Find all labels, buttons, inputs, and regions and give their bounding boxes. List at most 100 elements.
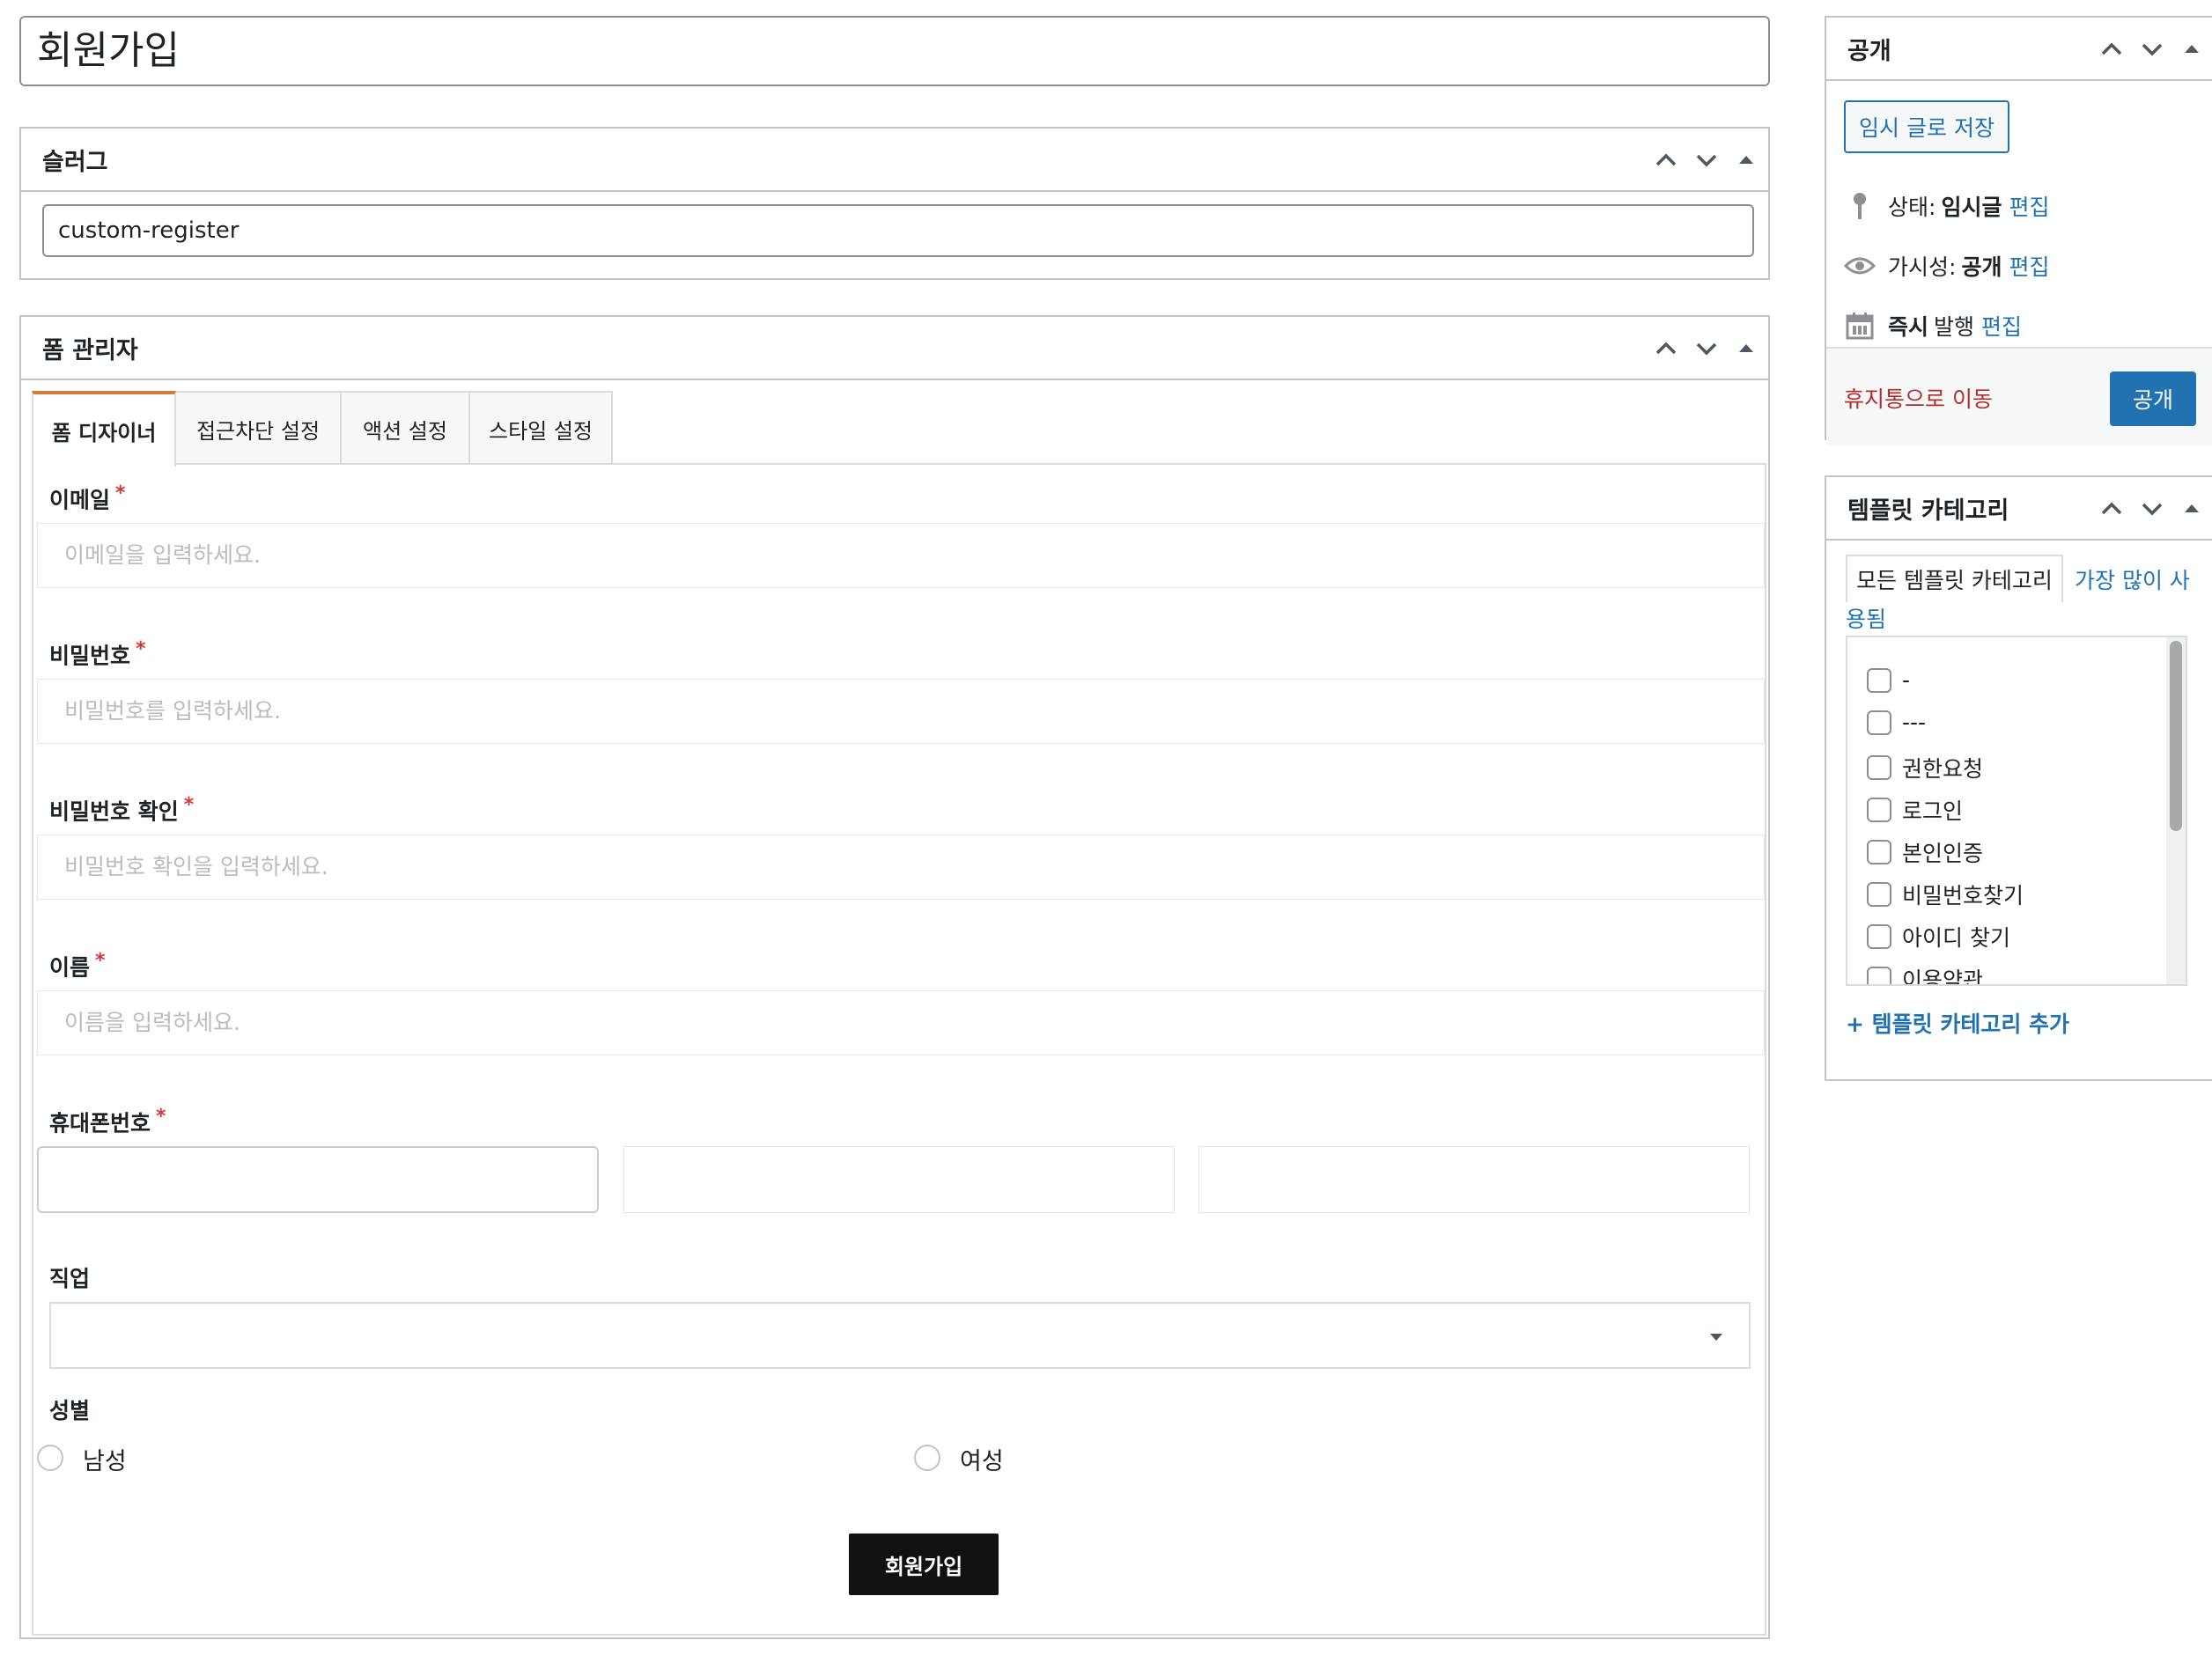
edit-status-link[interactable]: 편집 (2009, 190, 2049, 222)
save-draft-button[interactable]: 임시 글로 저장 (1844, 100, 2009, 153)
phone-input-3[interactable] (1198, 1146, 1750, 1213)
edit-schedule-link[interactable]: 편집 (1981, 310, 2022, 342)
publish-box-title: 공개 (1847, 37, 1891, 65)
move-to-trash-link[interactable]: 휴지통으로 이동 (1844, 382, 1993, 414)
form-manager-tabs: 폼 디자이너 접근차단 설정 액션 설정 스타일 설정 (32, 391, 613, 467)
toggle-panel-icon[interactable] (2179, 495, 2205, 523)
category-item[interactable]: --- (1867, 710, 1926, 735)
move-up-icon[interactable] (2098, 35, 2126, 63)
category-item[interactable]: 이용약관 (1867, 963, 1983, 984)
slug-box-title: 슬러그 (42, 148, 108, 176)
password-label: 비밀번호 * (49, 638, 146, 669)
category-checkbox[interactable] (1867, 967, 1891, 984)
schedule-value: 발행 (1934, 314, 1975, 340)
schedule-label: 즉시 (1888, 314, 1929, 340)
publish-box-header: 공개 (1826, 18, 2212, 81)
slug-box-header: 슬러그 (21, 129, 1768, 192)
category-item[interactable]: 비밀번호찾기 (1867, 879, 2024, 910)
schedule-row: 즉시 발행 편집 (1844, 310, 2022, 342)
status-value: 임시글 (1941, 195, 2002, 220)
slug-box: 슬러그 custom-register (19, 127, 1770, 280)
scrollbar-thumb[interactable] (2170, 641, 2182, 831)
email-label: 이메일 * (49, 482, 126, 513)
register-submit-button[interactable]: 회원가입 (849, 1534, 999, 1595)
eye-icon (1844, 250, 1876, 282)
category-tabs: 모든 템플릿 카테고리 가장 많이 사용됨 (1846, 555, 2207, 634)
move-down-icon[interactable] (2138, 35, 2166, 63)
category-checkbox[interactable] (1867, 882, 1891, 907)
tab-access-block-settings[interactable]: 접근차단 설정 (174, 391, 342, 465)
required-mark: * (183, 794, 195, 816)
category-item[interactable]: - (1867, 667, 1910, 693)
phone-input-1[interactable] (37, 1146, 599, 1213)
category-checkbox[interactable] (1867, 755, 1891, 780)
visibility-row: 가시성: 공개 편집 (1844, 250, 2049, 282)
job-select[interactable] (49, 1302, 1751, 1369)
phone-input-2[interactable] (623, 1146, 1175, 1213)
add-template-category-link[interactable]: + 템플릿 카테고리 추가 (1846, 1007, 2069, 1039)
radio-female-label: 여성 (960, 1448, 1004, 1475)
publish-box-handles (2098, 18, 2205, 81)
category-checkbox[interactable] (1867, 710, 1891, 735)
move-up-icon[interactable] (1652, 335, 1680, 363)
toggle-panel-icon[interactable] (2179, 35, 2205, 63)
category-checkbox[interactable] (1867, 924, 1891, 949)
template-category-header: 템플릿 카테고리 (1826, 477, 2212, 541)
publish-button[interactable]: 공개 (2110, 371, 2196, 426)
toggle-panel-icon[interactable] (1733, 146, 1759, 174)
required-mark: * (156, 1106, 166, 1128)
post-title-input[interactable]: 회원가입 (19, 16, 1770, 86)
email-input[interactable]: 이메일을 입력하세요. (37, 523, 1765, 588)
status-row: 상태: 임시글 편집 (1844, 190, 2049, 222)
slug-input[interactable]: custom-register (42, 204, 1754, 257)
required-mark: * (95, 950, 106, 972)
gender-label: 성별 (49, 1398, 91, 1423)
move-down-icon[interactable] (1692, 146, 1721, 174)
move-up-icon[interactable] (2098, 495, 2126, 523)
password-confirm-input[interactable]: 비밀번호 확인을 입력하세요. (37, 835, 1765, 900)
password-input[interactable]: 비밀번호를 입력하세요. (37, 679, 1765, 744)
template-category-handles (2098, 477, 2205, 541)
move-up-icon[interactable] (1652, 146, 1680, 174)
name-label: 이름 * (49, 950, 106, 981)
job-label: 직업 (49, 1266, 91, 1291)
form-manager-title: 폼 관리자 (42, 336, 138, 364)
radio-female[interactable] (914, 1445, 940, 1471)
form-manager-box: 폼 관리자 폼 디자이너 접근차단 설정 액션 설정 스타일 설정 이메일 * 이… (19, 315, 1770, 1639)
tab-all-categories[interactable]: 모든 템플릿 카테고리 (1846, 555, 2063, 602)
toggle-panel-icon[interactable] (1733, 335, 1759, 363)
calendar-icon (1844, 310, 1876, 342)
form-designer-canvas: 이메일 * 이메일을 입력하세요. 비밀번호 * 비밀번호를 입력하세요. 비밀번호… (32, 463, 1766, 1636)
template-category-box: 템플릿 카테고리 모든 템플릿 카테고리 가장 많이 사용됨 - --- 권한요… (1825, 475, 2212, 1081)
required-mark: * (136, 638, 146, 660)
edit-visibility-link[interactable]: 편집 (2009, 250, 2049, 282)
category-checkbox[interactable] (1867, 667, 1891, 693)
category-checklist: - --- 권한요청 로그인 본인인증 비밀번호찾기 아이디 찾기 이용약관 (1846, 636, 2187, 986)
category-item[interactable]: 아이디 찾기 (1867, 921, 2010, 953)
visibility-value: 공개 (1961, 254, 2002, 280)
move-down-icon[interactable] (1692, 335, 1721, 363)
template-category-title: 템플릿 카테고리 (1847, 496, 2009, 525)
name-input[interactable]: 이름을 입력하세요. (37, 990, 1765, 1056)
radio-male-label: 남성 (83, 1448, 127, 1475)
password-confirm-label: 비밀번호 확인 * (49, 794, 195, 825)
category-item[interactable]: 본인인증 (1867, 836, 1983, 868)
category-item[interactable]: 권한요청 (1867, 752, 1983, 783)
form-manager-handles (1652, 317, 1759, 380)
visibility-label: 가시성: (1888, 254, 1957, 280)
radio-male[interactable] (37, 1445, 63, 1471)
move-down-icon[interactable] (2138, 495, 2166, 523)
phone-label: 휴대폰번호 * (49, 1106, 166, 1136)
chevron-down-icon (1710, 1334, 1722, 1341)
form-manager-header: 폼 관리자 (21, 317, 1768, 380)
category-checkbox[interactable] (1867, 798, 1891, 822)
category-checkbox[interactable] (1867, 840, 1891, 864)
status-label: 상태: (1888, 195, 1936, 220)
slug-box-handles (1652, 129, 1759, 192)
tab-form-designer[interactable]: 폼 디자이너 (32, 391, 176, 467)
pin-icon (1844, 190, 1876, 222)
tab-style-settings[interactable]: 스타일 설정 (468, 391, 613, 465)
tab-action-settings[interactable]: 액션 설정 (340, 391, 470, 465)
category-scrollbar[interactable] (2166, 637, 2186, 984)
category-item[interactable]: 로그인 (1867, 794, 1963, 826)
